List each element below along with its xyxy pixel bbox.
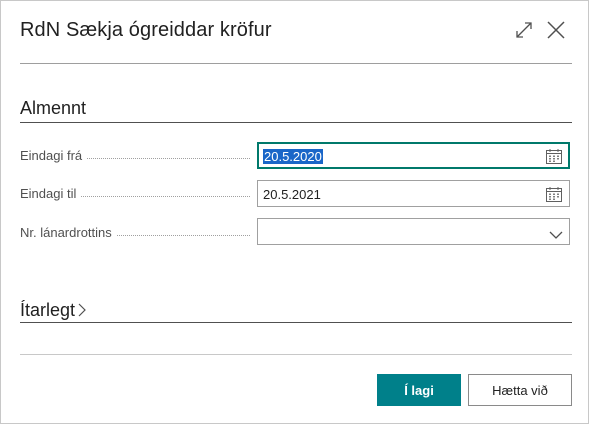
cancel-button[interactable]: Hætta við [468,374,572,406]
title-separator [20,63,572,64]
due-date-to-input[interactable]: 20.5.2021 [257,180,570,207]
dialog-title: RdN Sækja ógreiddar kröfur [20,19,272,41]
ok-button[interactable]: Í lagi [377,374,461,406]
chevron-down-icon[interactable] [549,227,563,245]
due-date-to-value[interactable]: 20.5.2021 [263,187,321,202]
field-label-text: Eindagi til [20,186,81,201]
section-details-header[interactable]: Ítarlegt [20,300,87,322]
section-general-line [20,122,572,123]
section-details-line [20,322,572,323]
field-label-vendor-no: Nr. lánardrottins [20,225,250,245]
section-general-title[interactable]: Almennt [20,98,86,119]
section-details-title: Ítarlegt [20,300,76,320]
vendor-no-dropdown[interactable] [257,218,570,245]
footer-separator [20,354,572,355]
field-label-due-from: Eindagi frá [20,148,250,168]
dialog: RdN Sækja ógreiddar kröfur Almennt Einda… [0,0,589,424]
field-label-text: Nr. lánardrottins [20,225,116,240]
close-button[interactable] [545,19,569,43]
chevron-right-icon [77,301,87,322]
due-date-from-value[interactable]: 20.5.2020 [263,149,323,164]
calendar-icon[interactable] [546,187,562,207]
field-label-due-to: Eindagi til [20,186,250,206]
field-label-text: Eindagi frá [20,148,87,163]
due-date-from-input[interactable]: 20.5.2020 [257,142,570,169]
close-icon [547,21,565,39]
expand-icon [516,22,532,38]
expand-button[interactable] [513,19,537,43]
calendar-icon[interactable] [546,149,562,169]
